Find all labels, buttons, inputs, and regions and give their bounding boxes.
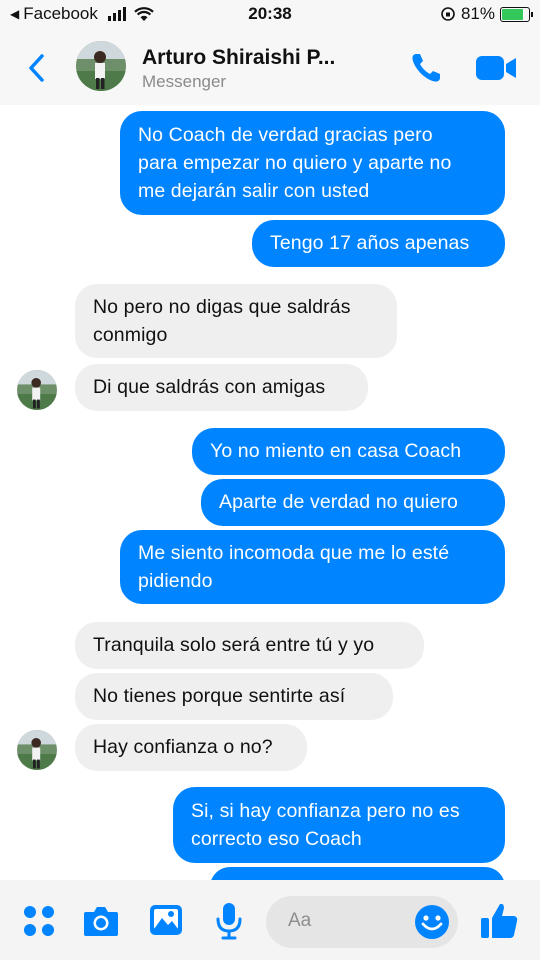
- thumbs-up-icon[interactable]: [478, 900, 520, 942]
- message-line: Yo no miento en casa Coach: [210, 440, 462, 462]
- contact-name[interactable]: Arturo Shiraishi P...: [142, 46, 335, 70]
- message-bubble-outgoing[interactable]: Tengo 17 años apenas: [252, 220, 505, 267]
- message-line: correcto eso Coach: [191, 828, 362, 850]
- message-bubble-outgoing[interactable]: Yo no miento en casa Coach: [192, 428, 505, 475]
- sender-avatar[interactable]: [17, 370, 57, 410]
- message-line: Di que saldrás con amigas: [93, 376, 326, 398]
- battery-percent: 81%: [460, 4, 495, 23]
- avatar-image: [17, 370, 57, 410]
- video-camera-icon[interactable]: [474, 52, 518, 84]
- message-line: Tranquila solo será entre tú y yo: [93, 634, 375, 656]
- four-dots-icon[interactable]: [22, 904, 56, 938]
- status-right: 81%: [440, 4, 533, 24]
- smiley-icon[interactable]: [414, 904, 450, 940]
- message-line: No pero no digas que saldrás: [93, 296, 351, 318]
- avatar-image: [17, 730, 57, 770]
- message-line: Aparte de verdad no quiero: [219, 491, 458, 513]
- message-bubble-incoming[interactable]: No pero no digas que saldrás conmigo: [75, 284, 397, 358]
- message-input[interactable]: Aa: [266, 896, 458, 948]
- message-line: Tengo 17 años apenas: [270, 232, 470, 254]
- image-icon[interactable]: [148, 903, 184, 937]
- message-bubble-outgoing[interactable]: Me siento incomoda que me lo esté pidien…: [120, 530, 505, 604]
- message-line: No Coach de verdad gracias pero: [138, 124, 433, 146]
- message-bubble-incoming[interactable]: Hay confianza o no?: [75, 724, 307, 771]
- message-bubble-incoming[interactable]: Di que saldrás con amigas: [75, 364, 368, 411]
- battery-fill: [502, 8, 524, 20]
- message-bubble-outgoing[interactable]: No Coach de verdad gracias pero para emp…: [120, 111, 505, 215]
- contact-subtitle: Messenger: [142, 72, 227, 91]
- phone-icon[interactable]: [408, 50, 444, 86]
- camera-icon[interactable]: [82, 904, 120, 938]
- message-line: para empezar no quiero y aparte no: [138, 152, 452, 174]
- battery-icon: [500, 6, 533, 22]
- contact-avatar[interactable]: [76, 41, 126, 91]
- message-line: Me siento incomoda que me lo esté: [138, 542, 450, 564]
- status-bar: ◀ Facebook 20:38 81%: [0, 0, 540, 30]
- avatar-image: [76, 41, 126, 91]
- composer-bar: Aa: [0, 880, 540, 960]
- message-bubble-outgoing[interactable]: Aparte de verdad no quiero: [201, 479, 505, 526]
- message-line: pidiendo: [138, 570, 213, 592]
- message-line: Si, si hay confianza pero no es: [191, 800, 460, 822]
- chevron-left-icon[interactable]: [22, 48, 52, 88]
- message-bubble-outgoing[interactable]: Si, si hay confianza pero no es correcto…: [173, 787, 505, 863]
- message-line: No tienes porque sentirte así: [93, 685, 346, 707]
- microphone-icon[interactable]: [214, 901, 244, 941]
- message-line: me dejarán salir con usted: [138, 180, 370, 202]
- orientation-lock-icon: [441, 7, 455, 21]
- sender-avatar[interactable]: [17, 730, 57, 770]
- message-bubble-incoming[interactable]: Tranquila solo será entre tú y yo: [75, 622, 424, 669]
- message-bubble-incoming[interactable]: No tienes porque sentirte así: [75, 673, 393, 720]
- message-input-placeholder: Aa: [288, 910, 312, 931]
- message-line: Hay confianza o no?: [93, 736, 273, 758]
- conversation-header: Arturo Shiraishi P... Messenger: [0, 30, 540, 105]
- message-line: conmigo: [93, 324, 168, 346]
